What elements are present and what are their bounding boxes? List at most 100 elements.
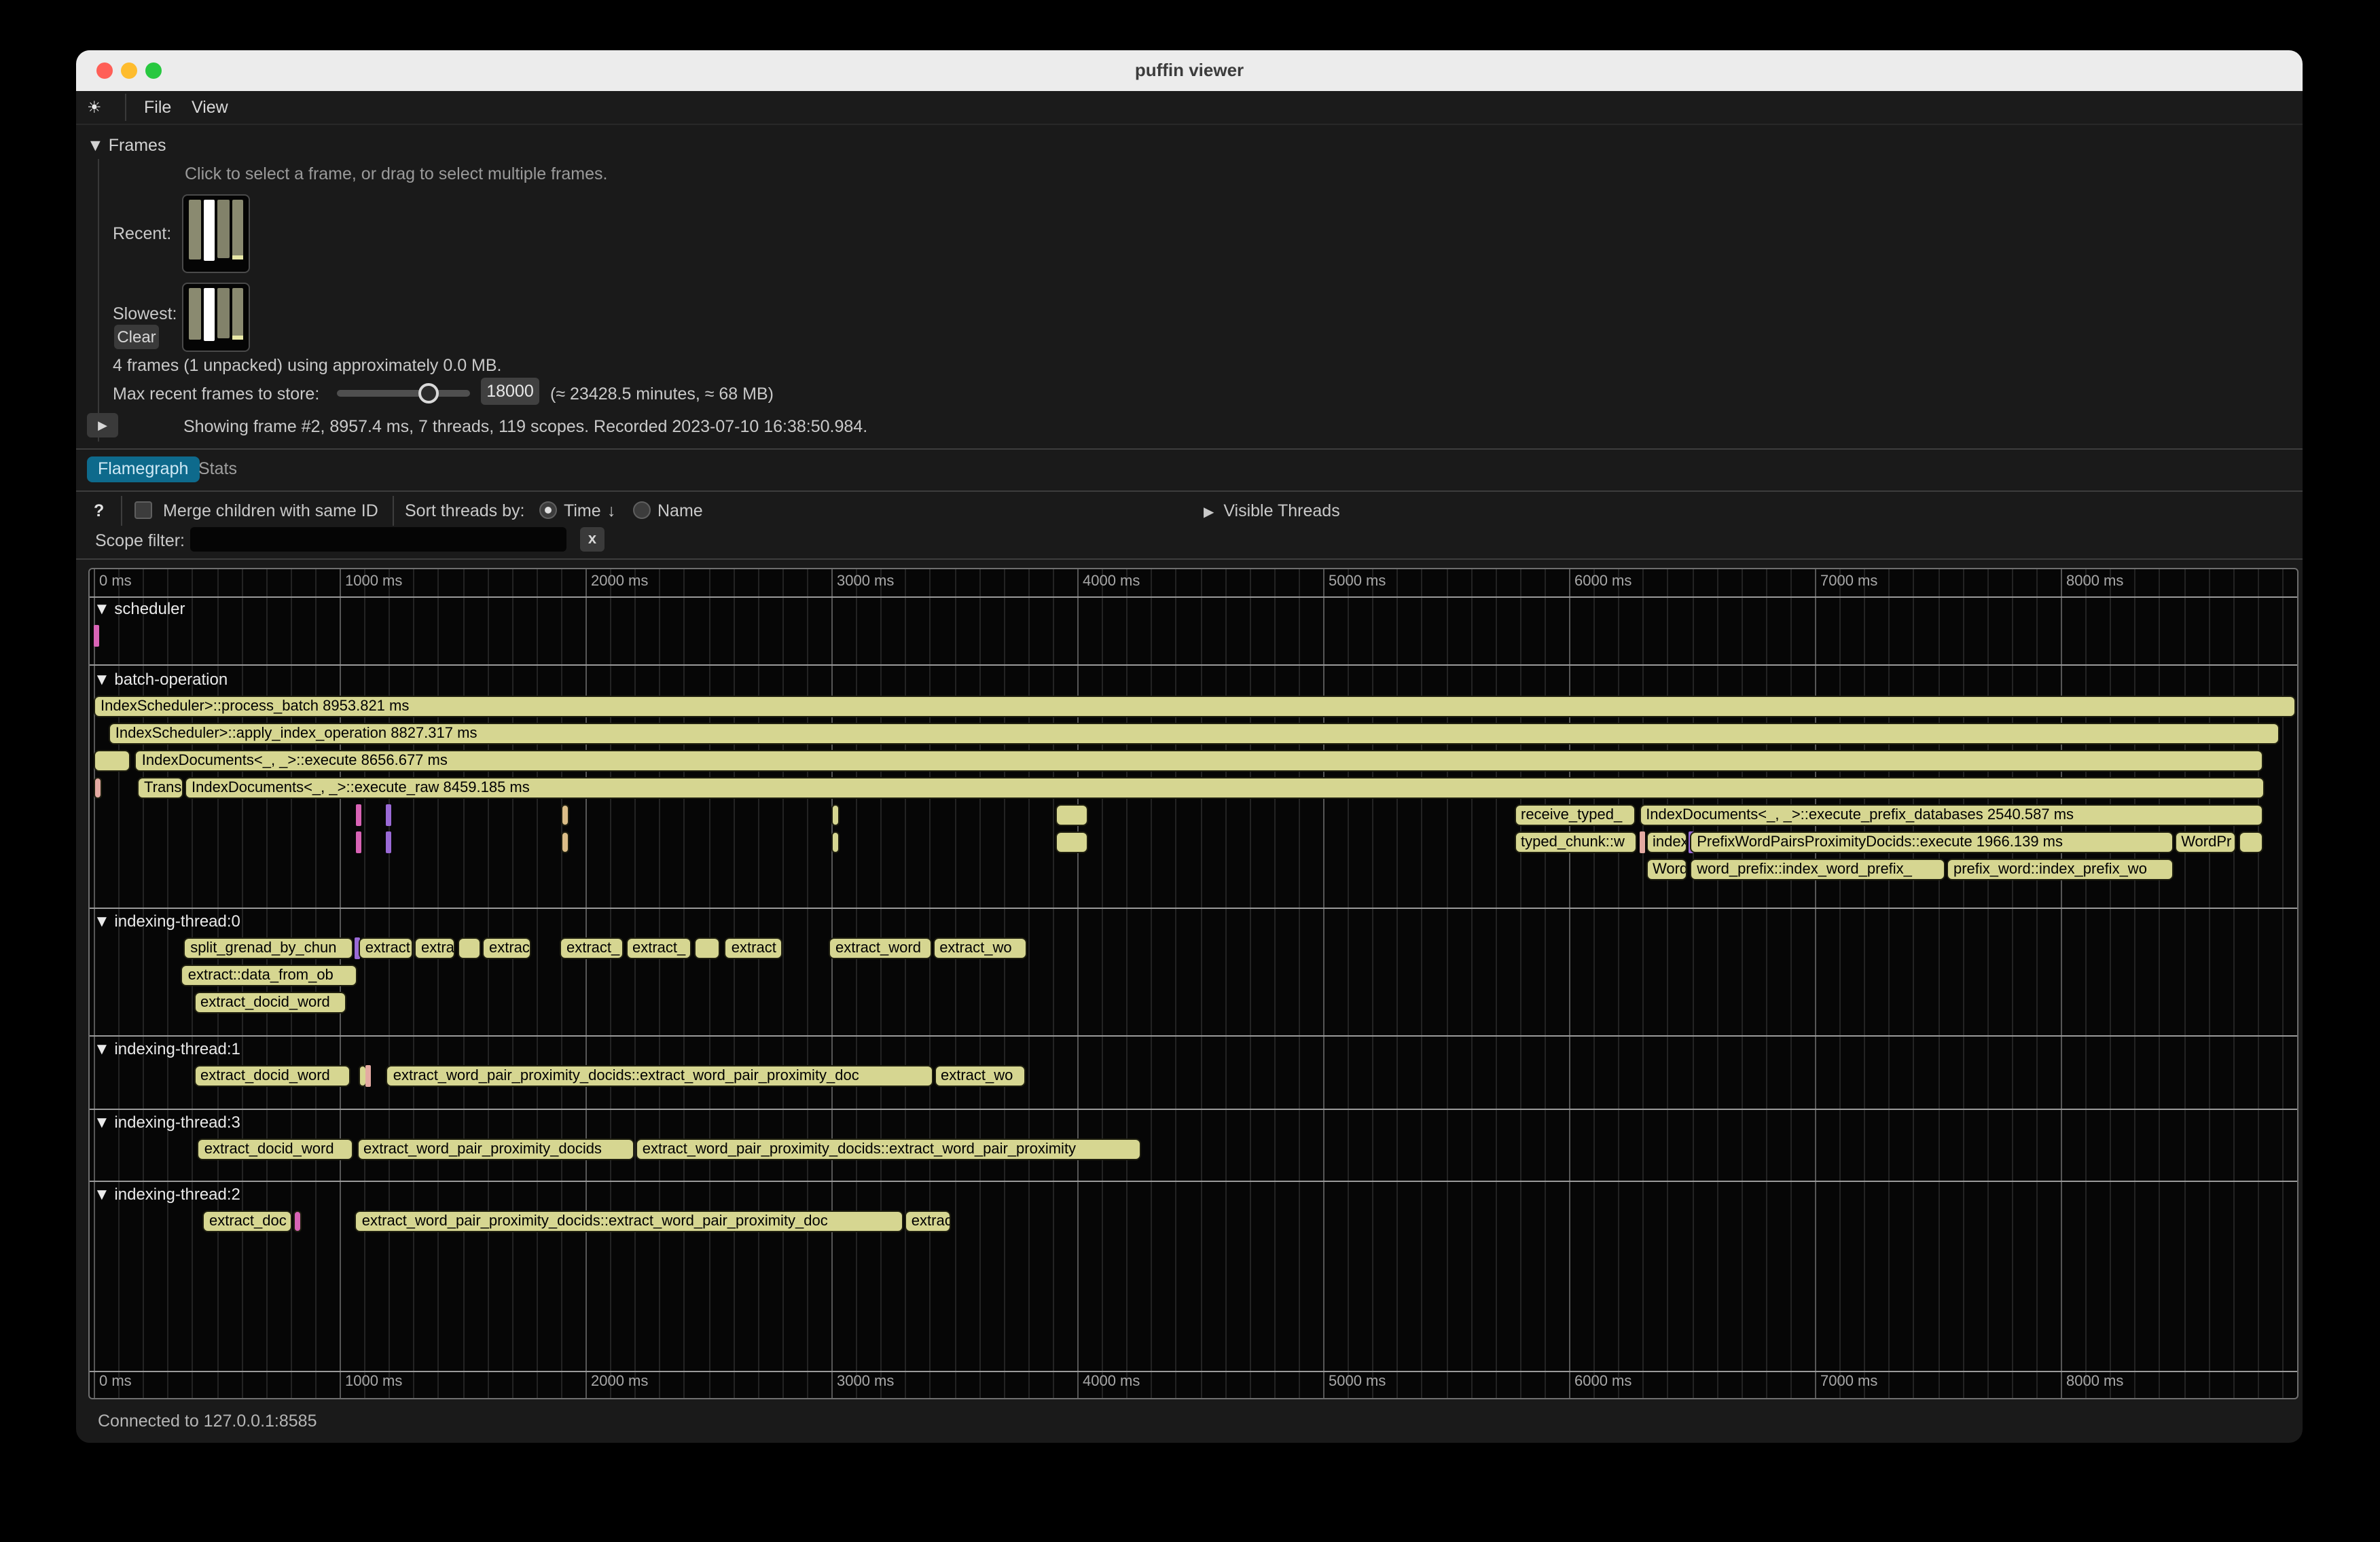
grid-line (1249, 569, 1250, 1398)
frame-bar[interactable] (189, 288, 200, 340)
frame-bar[interactable] (217, 200, 229, 258)
scope-bar[interactable] (1639, 831, 1644, 853)
scope-bar[interactable] (94, 777, 102, 799)
slider-knob[interactable] (418, 383, 439, 404)
scope-bar[interactable]: extract_ (626, 937, 692, 959)
visible-threads-header[interactable]: ▶ Visible Threads (1204, 500, 1340, 524)
grid-line (708, 569, 710, 1398)
grid-line (954, 569, 956, 1398)
scope-bar[interactable]: extract_word_pair_proximity_docids::extr… (386, 1065, 933, 1087)
scope-bar[interactable]: split_grenad_by_chun (183, 937, 354, 959)
thread-header[interactable]: ▼ indexing-thread:1 (94, 1039, 240, 1058)
scope-bar[interactable] (356, 831, 361, 853)
scope-bar[interactable]: prefix_word::index_prefix_wo (1947, 859, 2174, 880)
tab-stats[interactable]: Stats (187, 456, 248, 482)
scope-bar[interactable] (457, 937, 481, 959)
ruler-label: 7000 ms (1820, 1374, 1877, 1390)
scope-bar[interactable]: Word (1646, 859, 1687, 880)
thread-header[interactable]: ▼ indexing-thread:0 (94, 912, 240, 931)
scope-bar[interactable]: IndexScheduler>::process_batch 8953.821 … (94, 696, 2295, 717)
scope-bar[interactable]: extract::data_from_ob (181, 965, 357, 986)
scope-bar[interactable]: extract (725, 937, 782, 959)
tab-flamegraph[interactable]: Flamegraph (87, 456, 199, 482)
merge-children-checkbox[interactable] (134, 501, 152, 519)
frames-section-header[interactable]: ▼ Frames (87, 135, 166, 156)
scope-bar[interactable] (94, 750, 130, 772)
clear-button[interactable]: Clear (114, 325, 159, 349)
frame-bar[interactable] (232, 288, 243, 340)
scope-bar[interactable] (293, 1211, 301, 1232)
menu-view[interactable]: View (192, 91, 228, 124)
grid-line (1397, 569, 1399, 1398)
scope-bar[interactable]: IndexDocuments<_, _>::execute_raw 8459.1… (185, 777, 2265, 799)
scope-bar[interactable]: extract_word_pair_proximity_docids (357, 1138, 634, 1160)
scope-bar[interactable] (831, 804, 840, 826)
scope-bar[interactable]: extract_wo (933, 937, 1026, 959)
thread-header[interactable]: ▼ batch-operation (94, 670, 228, 689)
scope-bar[interactable]: PrefixWordPairsProximityDocids::execute … (1690, 831, 2174, 853)
grid-line (2036, 569, 2038, 1398)
scope-bar[interactable] (1056, 804, 1088, 826)
scope-bar[interactable]: Trans (137, 777, 183, 799)
grid-line (389, 569, 390, 1398)
slowest-label: Slowest: (113, 303, 177, 325)
scope-bar[interactable]: word_prefix::index_word_prefix_ (1690, 859, 1945, 880)
scope-bar[interactable] (2238, 831, 2262, 853)
recent-frames-thumbnail[interactable] (182, 194, 250, 273)
sort-name-radio[interactable] (633, 501, 651, 519)
scope-bar[interactable] (356, 804, 361, 826)
visible-threads-label: Visible Threads (1223, 501, 1339, 520)
scope-bar[interactable]: index (1646, 831, 1687, 853)
sort-direction-arrow-icon[interactable]: ↓ (607, 500, 616, 522)
scope-bar[interactable] (94, 625, 99, 647)
menu-file[interactable]: File (144, 91, 171, 124)
scope-bar[interactable] (560, 804, 569, 826)
scope-bar[interactable]: extract_ (560, 937, 624, 959)
thread-header[interactable]: ▼ indexing-thread:3 (94, 1113, 240, 1132)
scope-bar[interactable]: extrac (482, 937, 532, 959)
scope-bar[interactable] (386, 804, 391, 826)
scope-bar[interactable]: extra (414, 937, 456, 959)
frame-bar[interactable] (203, 288, 215, 340)
scope-bar[interactable]: extract_docid_word (194, 1065, 350, 1087)
slowest-frames-thumbnail[interactable] (182, 283, 250, 352)
scope-bar[interactable]: extract_word (829, 937, 931, 959)
scope-bar[interactable]: IndexDocuments<_, _>::execute_prefix_dat… (1639, 804, 2264, 826)
scope-bar[interactable]: receive_typed_ (1514, 804, 1635, 826)
scope-bar[interactable]: IndexScheduler>::apply_index_operation 8… (109, 723, 2279, 745)
frame-bar[interactable] (217, 288, 229, 338)
max-frames-slider[interactable] (337, 390, 470, 397)
scope-bar[interactable]: IndexDocuments<_, _>::execute 8656.677 m… (135, 750, 2264, 772)
scope-bar[interactable] (831, 831, 840, 853)
scope-bar[interactable]: extract_word_pair_proximity_docids::extr… (636, 1138, 1142, 1160)
flamegraph-canvas[interactable]: 0 ms0 ms1000 ms1000 ms2000 ms2000 ms3000… (88, 568, 2298, 1399)
theme-sun-icon[interactable]: ☀ (87, 91, 102, 124)
scope-bar[interactable]: extract_docid_word (198, 1138, 353, 1160)
scope-bar[interactable]: typed_chunk::w (1514, 831, 1637, 853)
frame-bar[interactable] (232, 200, 243, 259)
help-button[interactable]: ? (94, 500, 104, 522)
grid-line (168, 569, 169, 1398)
scope-filter-input[interactable] (190, 527, 566, 552)
thread-header[interactable]: ▼ indexing-thread:2 (94, 1185, 240, 1204)
grid-line (1495, 569, 1496, 1398)
clear-filter-button[interactable]: x (580, 527, 605, 552)
scope-bar[interactable]: WordPr (2174, 831, 2236, 853)
frame-bar[interactable] (203, 200, 215, 261)
scope-bar[interactable] (386, 831, 391, 853)
max-frames-value[interactable]: 18000 (481, 378, 539, 405)
scope-bar[interactable] (560, 831, 569, 853)
scope-bar[interactable]: extract_word_pair_proximity_docids::extr… (355, 1211, 903, 1232)
sort-time-radio[interactable] (539, 501, 557, 519)
scope-bar[interactable]: extract (359, 937, 413, 959)
scope-bar[interactable]: extrac (905, 1211, 951, 1232)
scope-bar[interactable] (365, 1065, 371, 1087)
play-button[interactable]: ▶ (87, 413, 118, 437)
scope-bar[interactable] (693, 937, 720, 959)
thread-header[interactable]: ▼ scheduler (94, 599, 185, 618)
scope-bar[interactable]: extract_doc (202, 1211, 291, 1232)
frame-bar[interactable] (189, 200, 200, 259)
scope-bar[interactable] (1056, 831, 1088, 853)
scope-bar[interactable]: extract_wo (934, 1065, 1025, 1087)
scope-bar[interactable]: extract_docid_word (194, 992, 347, 1014)
